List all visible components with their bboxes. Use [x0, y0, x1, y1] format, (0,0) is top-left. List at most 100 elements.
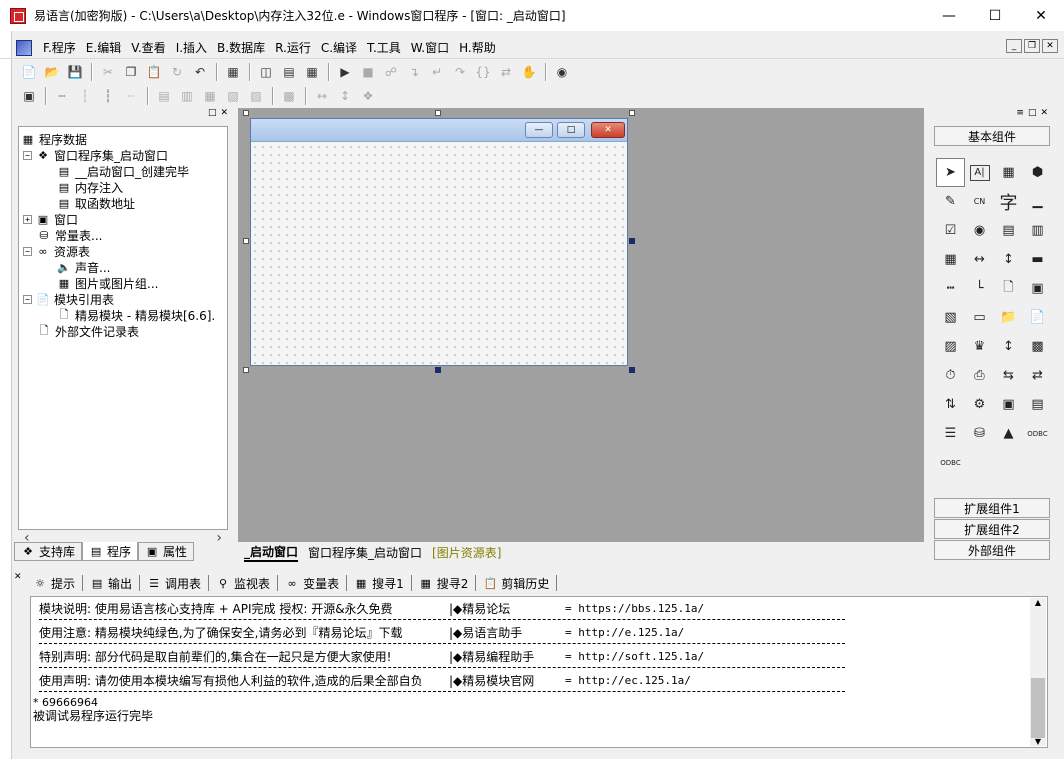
printer-icon[interactable]: ⎙	[965, 361, 994, 390]
tab-image-resources[interactable]: [图片资源表]	[432, 544, 501, 561]
line-component-icon[interactable]: ▁	[1023, 187, 1052, 216]
run-to-cursor-icon[interactable]: {}	[472, 62, 494, 82]
external-components-button[interactable]: 外部组件	[934, 540, 1050, 560]
slider-component-icon[interactable]: ┅	[936, 274, 965, 303]
network-icon[interactable]: ⇆	[994, 361, 1023, 390]
radio-component-icon[interactable]: ◉	[965, 216, 994, 245]
tree-images[interactable]: ▦ 图片或图片组...	[57, 275, 159, 291]
client-icon[interactable]: ⚙	[965, 390, 994, 419]
pointer-icon[interactable]: ➤	[936, 158, 965, 187]
find-icon[interactable]: ▦	[222, 62, 244, 82]
same-height-icon[interactable]: ▥	[176, 86, 198, 106]
menu-program[interactable]: F.程序	[38, 39, 81, 56]
distribute-icon[interactable]: ▩	[278, 86, 300, 106]
resize-handle[interactable]	[629, 110, 635, 116]
spin-component-icon[interactable]: ↕	[994, 332, 1023, 361]
database-icon[interactable]: ⛁	[965, 419, 994, 448]
chinese-edit-icon[interactable]: CN	[965, 187, 994, 216]
debug-step-icon[interactable]: ☍	[380, 62, 402, 82]
tree-sub-getaddr[interactable]: ▤ 取函数地址	[57, 195, 135, 211]
panel-close-icon[interactable]: ✕	[220, 108, 228, 122]
tree-sub-inject[interactable]: ▤ 内存注入	[57, 179, 123, 195]
calendar-component-icon[interactable]: ▩	[1023, 332, 1052, 361]
server-icon[interactable]: ⇅	[936, 390, 965, 419]
window-component-icon[interactable]: ▤	[1023, 390, 1052, 419]
shape-component-icon[interactable]: ⬢	[1023, 158, 1052, 187]
step-into-icon[interactable]: ↴	[403, 62, 425, 82]
stop-icon[interactable]: ■	[357, 62, 379, 82]
center-h-icon[interactable]: ↔	[311, 86, 333, 106]
output-vscroll[interactable]: ▲ ▼	[1030, 598, 1046, 746]
file-component-icon[interactable]: 🗋	[994, 274, 1023, 303]
tree-constants[interactable]: ⛁ 常量表...	[37, 227, 102, 243]
tab-hint[interactable]: ☼ 提示	[28, 575, 80, 592]
scroll-up-icon[interactable]: ▲	[1030, 598, 1046, 607]
menu-insert[interactable]: I.插入	[171, 39, 212, 56]
tab-component-icon[interactable]: └	[965, 274, 994, 303]
tree-external-files[interactable]: 🗋 外部文件记录表	[37, 323, 139, 339]
menu-database[interactable]: B.数据库	[212, 39, 270, 56]
resize-handle[interactable]	[243, 238, 249, 244]
image-box-icon[interactable]: ▣	[1023, 274, 1052, 303]
panel-pin-icon[interactable]: □	[1028, 108, 1037, 122]
tree-module-jingyi[interactable]: 🗋 精易模块 - 精易模块[6.6].	[57, 307, 216, 323]
layout-split-icon[interactable]: ▤	[278, 62, 300, 82]
scroll-thumb[interactable]	[1031, 678, 1045, 738]
odbc-icon[interactable]: ODBC	[1023, 419, 1052, 448]
resize-handle[interactable]	[629, 238, 635, 244]
space-v-icon[interactable]: ▨	[245, 86, 267, 106]
tab-watch[interactable]: ⚲ 监视表	[211, 575, 275, 592]
panel-close-icon[interactable]: ✕	[1040, 108, 1048, 122]
brackets-icon[interactable]: ⇄	[495, 62, 517, 82]
scrollbar-v-icon[interactable]: ↕	[994, 245, 1023, 274]
paste-icon[interactable]: 📋	[143, 62, 165, 82]
layout-icon[interactable]: ◫	[255, 62, 277, 82]
combobox-component-icon[interactable]: ▥	[1023, 216, 1052, 245]
menu-run[interactable]: R.运行	[270, 39, 316, 56]
network2-icon[interactable]: ⇄	[1023, 361, 1052, 390]
menu-compile[interactable]: C.编译	[316, 39, 362, 56]
tab-program[interactable]: ▤ 程序	[82, 542, 139, 561]
basic-components-button[interactable]: 基本组件	[934, 126, 1050, 146]
align-center-icon[interactable]: ┆	[74, 86, 96, 106]
space-h-icon[interactable]: ▧	[222, 86, 244, 106]
menu-window[interactable]: W.窗口	[406, 39, 454, 56]
tree-component-icon[interactable]: ♛	[965, 332, 994, 361]
same-size-icon[interactable]: ▦	[199, 86, 221, 106]
database-list-icon[interactable]: ☰	[936, 419, 965, 448]
panel-menu-icon[interactable]: ≡	[1016, 108, 1024, 122]
cut-icon[interactable]: ✂	[97, 62, 119, 82]
scroll-down-icon[interactable]: ▼	[1030, 737, 1046, 746]
tab-start-window[interactable]: _启动窗口	[244, 543, 299, 562]
listbox-component-icon[interactable]: ▤	[994, 216, 1023, 245]
undo-icon[interactable]: ↶	[189, 62, 211, 82]
tab-variables[interactable]: ∞ 变量表	[280, 575, 344, 592]
step-over-icon[interactable]: ↷	[449, 62, 471, 82]
listview-component-icon[interactable]: ▦	[936, 245, 965, 274]
grid-component-icon[interactable]: ▧	[936, 303, 965, 332]
tree-window-set[interactable]: − ❖ 窗口程序集_启动窗口	[23, 147, 168, 163]
tree-root[interactable]: ▦ 程序数据	[21, 131, 87, 147]
mdi-restore-button[interactable]: ❐	[1024, 39, 1040, 53]
document-component-icon[interactable]: 📄	[1023, 303, 1052, 332]
tree-sound[interactable]: 🔈 声音...	[57, 259, 110, 275]
layout-grid-icon[interactable]: ▦	[301, 62, 323, 82]
menu-help[interactable]: H.帮助	[454, 39, 501, 56]
tab-window-set[interactable]: 窗口程序集_启动窗口	[308, 544, 422, 561]
form-icon[interactable]: ▣	[18, 86, 40, 106]
bottom-panel-close-icon[interactable]: ✕	[14, 572, 22, 582]
design-form[interactable]: — □ ✕	[250, 118, 628, 366]
odbc-source-icon[interactable]: ODBC	[936, 448, 965, 477]
step-out-icon[interactable]: ↵	[426, 62, 448, 82]
copy-icon[interactable]: ❐	[120, 62, 142, 82]
resize-handle[interactable]	[629, 367, 635, 373]
mdi-minimize-button[interactable]: _	[1006, 39, 1022, 53]
collapse-icon[interactable]: −	[23, 294, 32, 304]
chart-component-icon[interactable]: ▲	[994, 419, 1023, 448]
expand-icon[interactable]: +	[23, 214, 32, 224]
hand-icon[interactable]: ✋	[518, 62, 540, 82]
collapse-icon[interactable]: −	[23, 246, 32, 256]
run-icon[interactable]: ▶	[334, 62, 356, 82]
frame-icon[interactable]: ▣	[994, 390, 1023, 419]
menu-tools[interactable]: T.工具	[362, 39, 406, 56]
